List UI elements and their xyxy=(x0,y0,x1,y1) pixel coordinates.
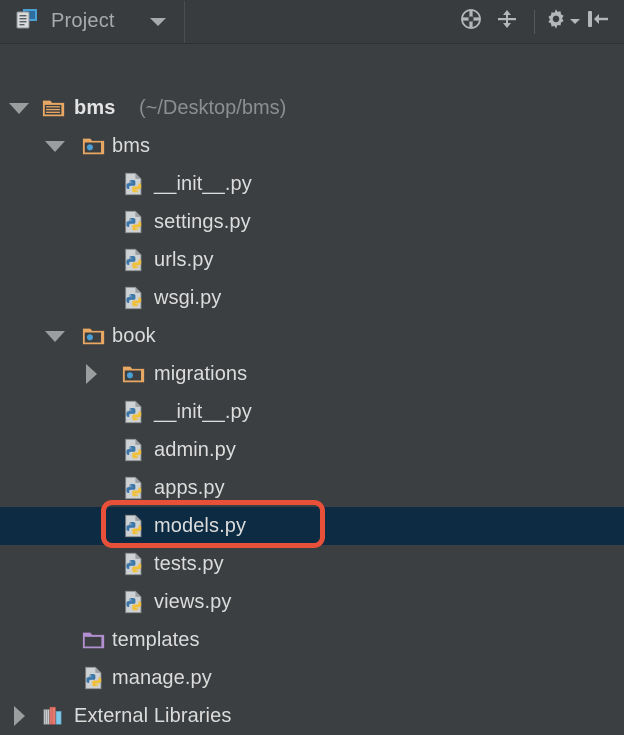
tree-row-label: book xyxy=(112,324,156,347)
library-books-icon xyxy=(42,704,66,728)
tree-row-path: (~/Desktop/bms) xyxy=(139,96,287,119)
tree-row-label: apps.py xyxy=(154,476,225,499)
tree-row-bms-wsgi[interactable]: wsgi.py xyxy=(0,279,624,317)
hide-panel-button[interactable] xyxy=(582,6,614,38)
header-actions xyxy=(455,6,624,38)
python-file-icon xyxy=(122,172,146,196)
tree-row-label: admin.py xyxy=(154,438,236,461)
folder-icon xyxy=(42,96,66,120)
tree-row-templates[interactable]: templates xyxy=(0,621,624,659)
project-title-group[interactable]: Project xyxy=(0,0,166,43)
chevron-down-icon[interactable] xyxy=(149,17,166,26)
python-file-icon xyxy=(122,514,146,538)
tree-row-label: __init__.py xyxy=(154,172,252,195)
scroll-from-source-button[interactable] xyxy=(455,6,487,38)
tree-row-label: tests.py xyxy=(154,552,224,575)
tree-row-bms-root[interactable]: bms (~/Desktop/bms) xyxy=(0,89,624,127)
tree-row-label: __init__.py xyxy=(154,400,252,423)
tree-row-label: External Libraries xyxy=(74,704,232,727)
tree-row-label: manage.py xyxy=(112,666,212,689)
project-tree[interactable]: bms (~/Desktop/bms) bms __init__.py settings… xyxy=(0,44,624,734)
excluded-folder-icon xyxy=(82,628,106,652)
tree-row-label: migrations xyxy=(154,362,248,385)
tree-row-book-tests[interactable]: tests.py xyxy=(0,545,624,583)
python-file-icon xyxy=(122,286,146,310)
twisty-expanded-icon[interactable] xyxy=(8,97,30,119)
tree-row-book-models[interactable]: models.py xyxy=(0,507,624,545)
source-folder-icon xyxy=(82,134,106,158)
header-divider xyxy=(183,0,185,43)
python-file-icon xyxy=(122,552,146,576)
python-file-icon xyxy=(122,476,146,500)
tree-row-book-views[interactable]: views.py xyxy=(0,583,624,621)
tree-row-label: views.py xyxy=(154,590,232,613)
tree-row-book-package[interactable]: book xyxy=(0,317,624,355)
tree-row-label: bms xyxy=(74,96,116,119)
project-title-label: Project xyxy=(51,10,115,32)
python-file-icon xyxy=(122,590,146,614)
twisty-expanded-icon[interactable] xyxy=(44,325,66,347)
tree-row-label: templates xyxy=(112,628,200,651)
python-file-icon xyxy=(122,210,146,234)
tree-row-manage-py[interactable]: manage.py xyxy=(0,659,624,697)
tree-row-book-apps[interactable]: apps.py xyxy=(0,469,624,507)
source-folder-icon xyxy=(82,324,106,348)
python-file-icon xyxy=(122,248,146,272)
tree-row-bms-settings[interactable]: settings.py xyxy=(0,203,624,241)
python-file-icon xyxy=(122,438,146,462)
tree-row-bms-init[interactable]: __init__.py xyxy=(0,165,624,203)
gear-chevron-down-icon[interactable] xyxy=(570,19,580,24)
settings-button[interactable] xyxy=(544,6,580,38)
tree-row-bms-package[interactable]: bms xyxy=(0,127,624,165)
tree-row-label: settings.py xyxy=(154,210,251,233)
crosshair-target-icon xyxy=(459,7,483,36)
tree-row-label: bms xyxy=(112,134,151,157)
collapse-all-icon xyxy=(495,7,519,36)
tree-row-external-libraries[interactable]: External Libraries xyxy=(0,697,624,735)
source-folder-icon xyxy=(122,362,146,386)
tree-row-label: urls.py xyxy=(154,248,214,271)
project-window-icon xyxy=(14,6,40,37)
tree-row-label: models.py xyxy=(154,514,247,537)
tree-row-label: wsgi.py xyxy=(154,286,222,309)
project-tool-window-header: Project xyxy=(0,0,624,44)
tree-row-bms-urls[interactable]: urls.py xyxy=(0,241,624,279)
python-file-icon xyxy=(122,400,146,424)
twisty-collapsed-icon[interactable] xyxy=(80,363,102,385)
tree-row-book-init[interactable]: __init__.py xyxy=(0,393,624,431)
hide-panel-icon xyxy=(585,7,611,36)
tree-row-book-admin[interactable]: admin.py xyxy=(0,431,624,469)
action-divider xyxy=(534,9,535,34)
collapse-all-button[interactable] xyxy=(491,6,523,38)
twisty-expanded-icon[interactable] xyxy=(44,135,66,157)
python-file-icon xyxy=(82,666,106,690)
tree-row-book-migrations[interactable]: migrations xyxy=(0,355,624,393)
twisty-collapsed-icon[interactable] xyxy=(8,705,30,727)
gear-icon xyxy=(544,7,568,36)
